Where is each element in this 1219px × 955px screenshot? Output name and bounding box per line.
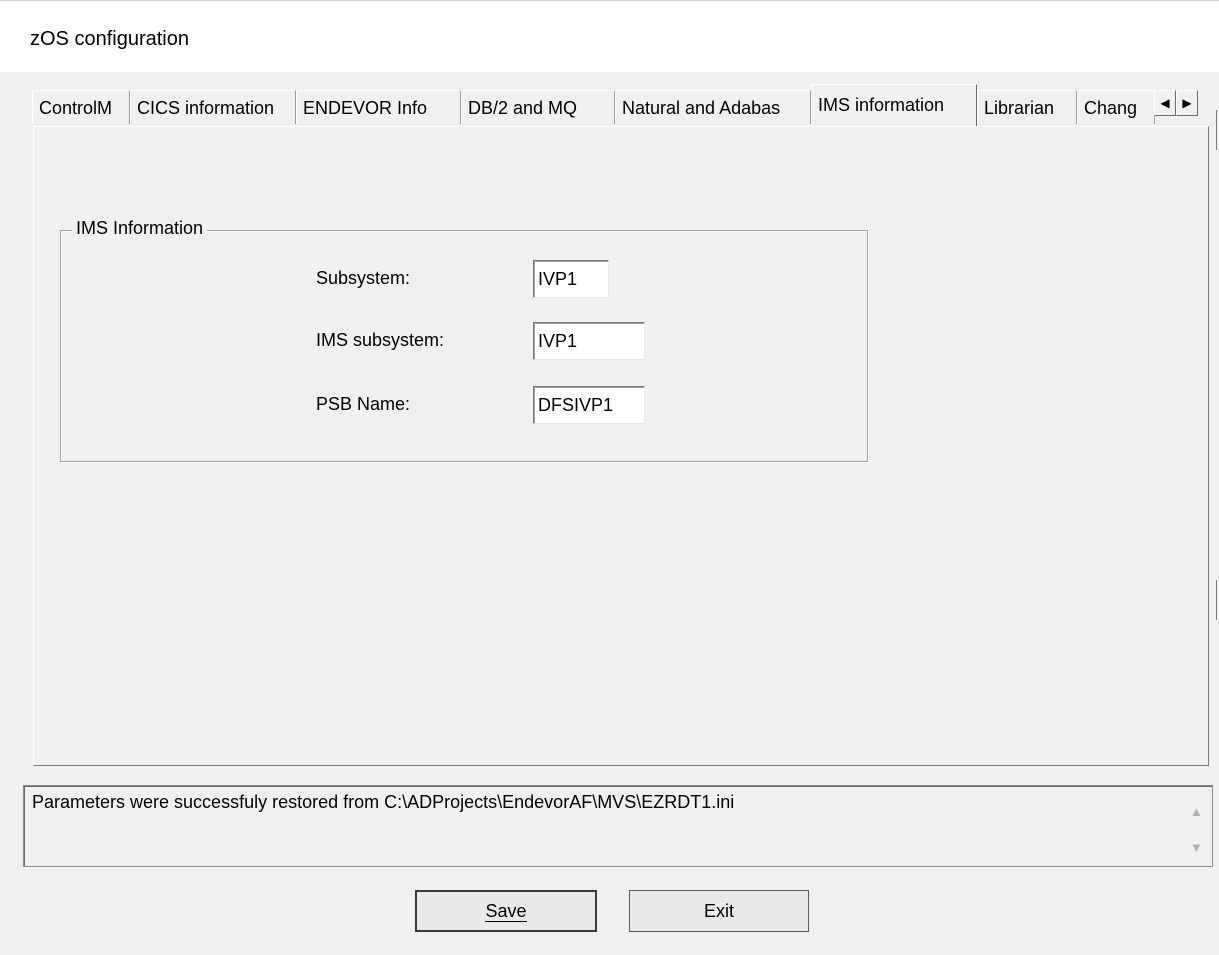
exit-button-label: Exit: [703, 901, 734, 921]
tab-natural-and-adabas[interactable]: Natural and Adabas: [615, 90, 811, 124]
status-scrollbar[interactable]: ▲ ▼: [1182, 788, 1210, 864]
subsystem-label: Subsystem:: [316, 268, 411, 288]
scroll-down-icon[interactable]: ▼: [1190, 840, 1203, 855]
tab-cics-information[interactable]: CICS information: [130, 90, 296, 124]
psb-name-label: PSB Name:: [316, 394, 411, 414]
subsystem-input[interactable]: IVP1: [533, 260, 609, 298]
ims-subsystem-input[interactable]: IVP1: [533, 322, 645, 360]
save-button[interactable]: Save: [415, 890, 597, 932]
status-area[interactable]: Parameters were successfuly restored fro…: [23, 785, 1213, 867]
title-bar-border: [0, 0, 1219, 1]
save-button-label: Save: [485, 901, 527, 922]
tab-librarian[interactable]: Librarian: [977, 90, 1077, 124]
tab-change[interactable]: Chang: [1077, 90, 1155, 124]
window-edge: [1216, 580, 1217, 620]
status-message: Parameters were successfuly restored fro…: [32, 792, 735, 812]
tab-db2-and-mq[interactable]: DB/2 and MQ: [461, 90, 615, 124]
window-title: zOS configuration: [30, 28, 189, 50]
tab-ims-information[interactable]: IMS information: [811, 84, 977, 126]
scroll-up-icon[interactable]: ▲: [1190, 804, 1203, 819]
title-bar: zOS configuration: [0, 0, 1219, 72]
window-edge: [1216, 110, 1217, 150]
ims-subsystem-label: IMS subsystem:: [316, 330, 445, 350]
tab-endevor-info[interactable]: ENDEVOR Info: [296, 90, 461, 124]
scroll-right-icon[interactable]: ▶: [1176, 90, 1198, 116]
group-legend: IMS Information: [72, 218, 208, 239]
tab-strip: ControlM CICS information ENDEVOR Info D…: [32, 84, 1212, 128]
psb-name-input[interactable]: DFSIVP1: [533, 386, 645, 424]
scroll-left-icon[interactable]: ◀: [1154, 90, 1176, 116]
exit-button[interactable]: Exit: [629, 890, 809, 932]
tab-controlm[interactable]: ControlM: [32, 90, 130, 124]
ims-information-group: [60, 230, 868, 462]
